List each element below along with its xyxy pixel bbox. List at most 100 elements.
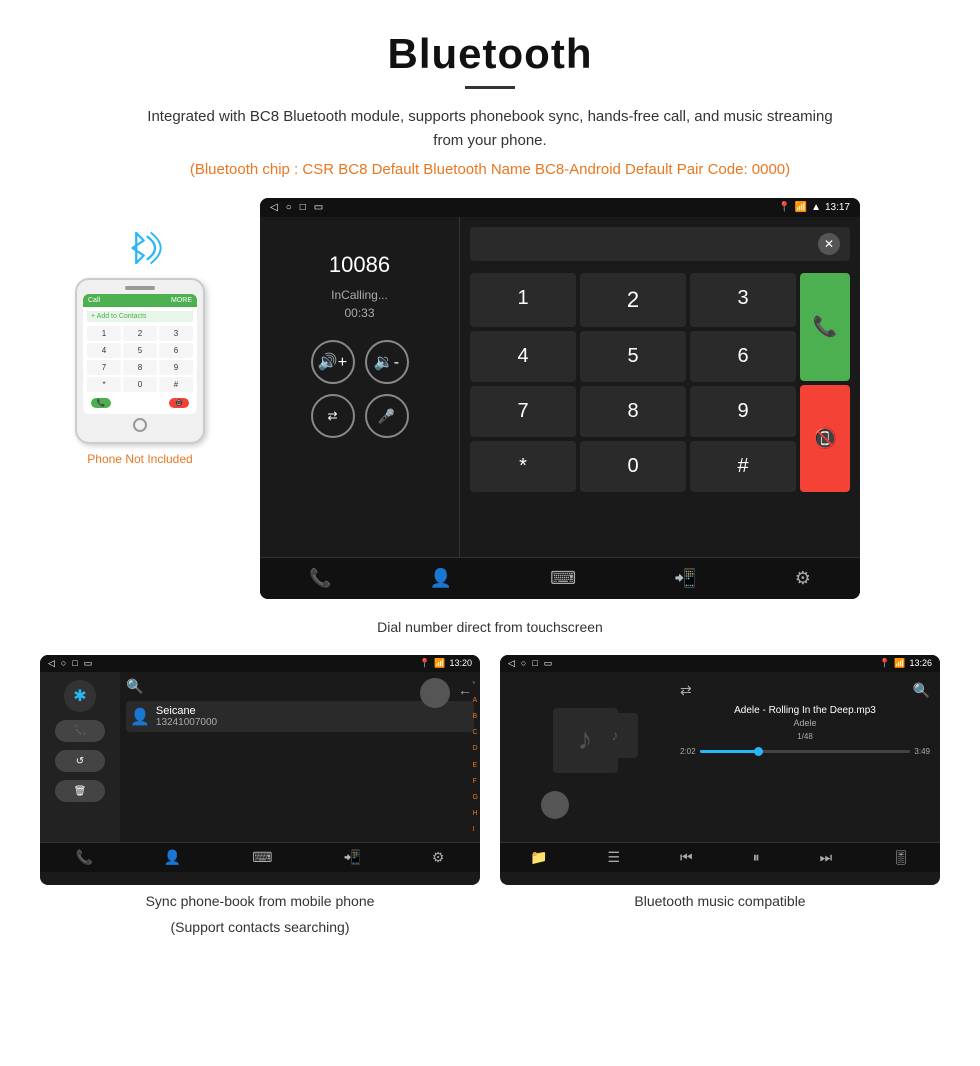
phone-dial-key[interactable]: 6	[159, 343, 193, 358]
phone-dial-key[interactable]: 1	[87, 326, 121, 341]
dial-left-panel: 10086 InCalling... 00:33 🔊+ 🔉- ⇄	[260, 217, 460, 557]
numpad-key-6[interactable]: 6	[690, 331, 796, 382]
phone-mockup: Call MORE + Add to Contacts 1 2 3 4 5 6 …	[75, 278, 205, 444]
phone-signal-icon: 📶	[795, 202, 807, 213]
home-icon[interactable]: ○	[286, 202, 292, 213]
page-title: Bluetooth	[40, 30, 940, 78]
music-location-icon: 📍	[879, 658, 890, 669]
bluetooth-waves-icon	[110, 218, 170, 278]
page-container: Bluetooth Integrated with BC8 Bluetooth …	[0, 0, 980, 985]
music-shuffle-search-row: ⇄ 🔍	[680, 682, 930, 699]
music-search-icon[interactable]: 🔍	[913, 682, 930, 699]
numpad-key-star[interactable]: *	[470, 441, 576, 492]
pb-nav-dialpad-icon[interactable]: ⌨	[252, 849, 272, 866]
phone-dial-key[interactable]: 5	[123, 343, 157, 358]
pb-search-icon[interactable]: 🔍	[126, 678, 143, 695]
nav-dialpad-icon[interactable]: ⌨	[550, 568, 576, 589]
numpad-key-7[interactable]: 7	[470, 386, 576, 437]
music-home-icon[interactable]: ○	[521, 658, 526, 669]
pb-nav-calls-icon[interactable]: 📞	[75, 849, 92, 866]
pb-recent-icon[interactable]: □	[72, 658, 77, 669]
music-folder-icon[interactable]: 📁	[530, 849, 547, 866]
pb-nav-settings-icon[interactable]: ⚙	[432, 849, 445, 866]
phone-dial-key[interactable]: 2	[123, 326, 157, 341]
nav-settings-icon[interactable]: ⚙	[795, 568, 811, 589]
music-progress-track[interactable]	[700, 750, 911, 753]
phone-dial-key[interactable]: 4	[87, 343, 121, 358]
end-call-button[interactable]: 📵	[800, 385, 850, 493]
nav-transfer-icon[interactable]: 📲	[674, 568, 696, 589]
pb-alpha-g[interactable]: G	[473, 794, 478, 801]
music-recent-icon[interactable]: □	[532, 658, 537, 669]
phonebook-caption-line1: Sync phone-book from mobile phone	[146, 893, 375, 909]
music-list-icon[interactable]: ☰	[607, 849, 620, 866]
transfer-button[interactable]: ⇄	[311, 394, 355, 438]
dial-timer: 00:33	[344, 306, 374, 320]
pb-delete-button[interactable]: 🗑	[55, 780, 105, 802]
answer-call-button[interactable]: 📞	[800, 273, 850, 381]
numpad-key-0[interactable]: 0	[580, 441, 686, 492]
pb-alpha-i[interactable]: I	[473, 826, 478, 833]
numpad-key-8[interactable]: 8	[580, 386, 686, 437]
back-icon[interactable]: ◁	[270, 202, 278, 213]
music-prev-icon[interactable]: ⏮	[680, 849, 693, 866]
pb-refresh-button[interactable]: ↺	[55, 750, 105, 772]
phonebook-item: ◁ ○ □ ▭ 📍 📶 13:20 ✱	[40, 655, 480, 955]
pb-nav-contacts-icon[interactable]: 👤	[164, 849, 181, 866]
pb-alpha-a[interactable]: A	[473, 697, 478, 704]
phone-dial-key[interactable]: 9	[159, 360, 193, 375]
numpad-key-3[interactable]: 3	[690, 273, 796, 327]
phone-call-button[interactable]: 📞	[91, 398, 111, 408]
phone-home-button[interactable]	[133, 418, 147, 432]
music-album-area: ♪ ♪	[500, 672, 670, 842]
dial-nav-bar: 📞 👤 ⌨ 📲 ⚙	[260, 557, 860, 599]
music-time: 13:26	[909, 658, 932, 669]
numpad-key-1[interactable]: 1	[470, 273, 576, 327]
numpad-key-5[interactable]: 5	[580, 331, 686, 382]
phone-dial-key[interactable]: 8	[123, 360, 157, 375]
pb-alpha-d[interactable]: D	[473, 745, 478, 752]
pb-alpha-c[interactable]: C	[473, 729, 478, 736]
nav-contacts-icon[interactable]: 👤	[430, 568, 452, 589]
pb-alpha-b[interactable]: B	[473, 713, 478, 720]
music-eq-icon[interactable]: 🎚	[892, 849, 910, 866]
nav-calls-icon[interactable]: 📞	[309, 568, 331, 589]
phone-dial-key[interactable]: #	[159, 377, 193, 392]
recent-icon[interactable]: □	[300, 202, 306, 213]
music-back-icon[interactable]: ◁	[508, 658, 515, 669]
numpad-key-4[interactable]: 4	[470, 331, 576, 382]
pb-time: 13:20	[449, 658, 472, 669]
pb-back-icon[interactable]: ◁	[48, 658, 55, 669]
status-time: 13:17	[825, 202, 850, 213]
volume-down-button[interactable]: 🔉-	[365, 340, 409, 384]
music-shuffle-icon[interactable]: ⇄	[680, 682, 692, 699]
phone-dial-key[interactable]: 0	[123, 377, 157, 392]
volume-up-button[interactable]: 🔊+	[311, 340, 355, 384]
pb-search-circle	[420, 678, 450, 708]
pb-alpha-f[interactable]: F	[473, 778, 478, 785]
dial-content: 10086 InCalling... 00:33 🔊+ 🔉- ⇄	[260, 217, 860, 557]
phone-dial-key[interactable]: 3	[159, 326, 193, 341]
pb-alpha-star[interactable]: *	[473, 681, 478, 688]
music-status-bar: ◁ ○ □ ▭ 📍 📶 13:26	[500, 655, 940, 672]
pb-alpha-h[interactable]: H	[473, 810, 478, 817]
music-next-icon[interactable]: ⏭	[820, 849, 833, 866]
pb-home-icon[interactable]: ○	[61, 658, 66, 669]
pb-content: ✱ 📞 ↺ 🗑 🔍	[40, 672, 480, 842]
numpad-key-9[interactable]: 9	[690, 386, 796, 437]
numpad-key-2[interactable]: 2	[580, 273, 686, 327]
pb-notif-icon: ▭	[84, 658, 93, 669]
phone-end-button[interactable]: 📵	[169, 398, 189, 408]
pb-alpha-e[interactable]: E	[473, 762, 478, 769]
notification-icon: ▭	[314, 202, 323, 213]
status-right-info: 📍 📶 ▲ 13:17	[778, 202, 850, 213]
pb-nav-transfer-icon[interactable]: 📲	[343, 849, 360, 866]
microphone-button[interactable]: 🎤	[365, 394, 409, 438]
dial-clear-button[interactable]: ✕	[818, 233, 840, 255]
numpad-key-hash[interactable]: #	[690, 441, 796, 492]
phone-dial-key[interactable]: 7	[87, 360, 121, 375]
pb-contact-item[interactable]: 👤 Seicane 13241007000	[126, 701, 474, 732]
pb-phone-button[interactable]: 📞	[55, 720, 105, 742]
music-play-pause-icon[interactable]: ⏸	[753, 849, 760, 866]
phone-dial-key[interactable]: *	[87, 377, 121, 392]
